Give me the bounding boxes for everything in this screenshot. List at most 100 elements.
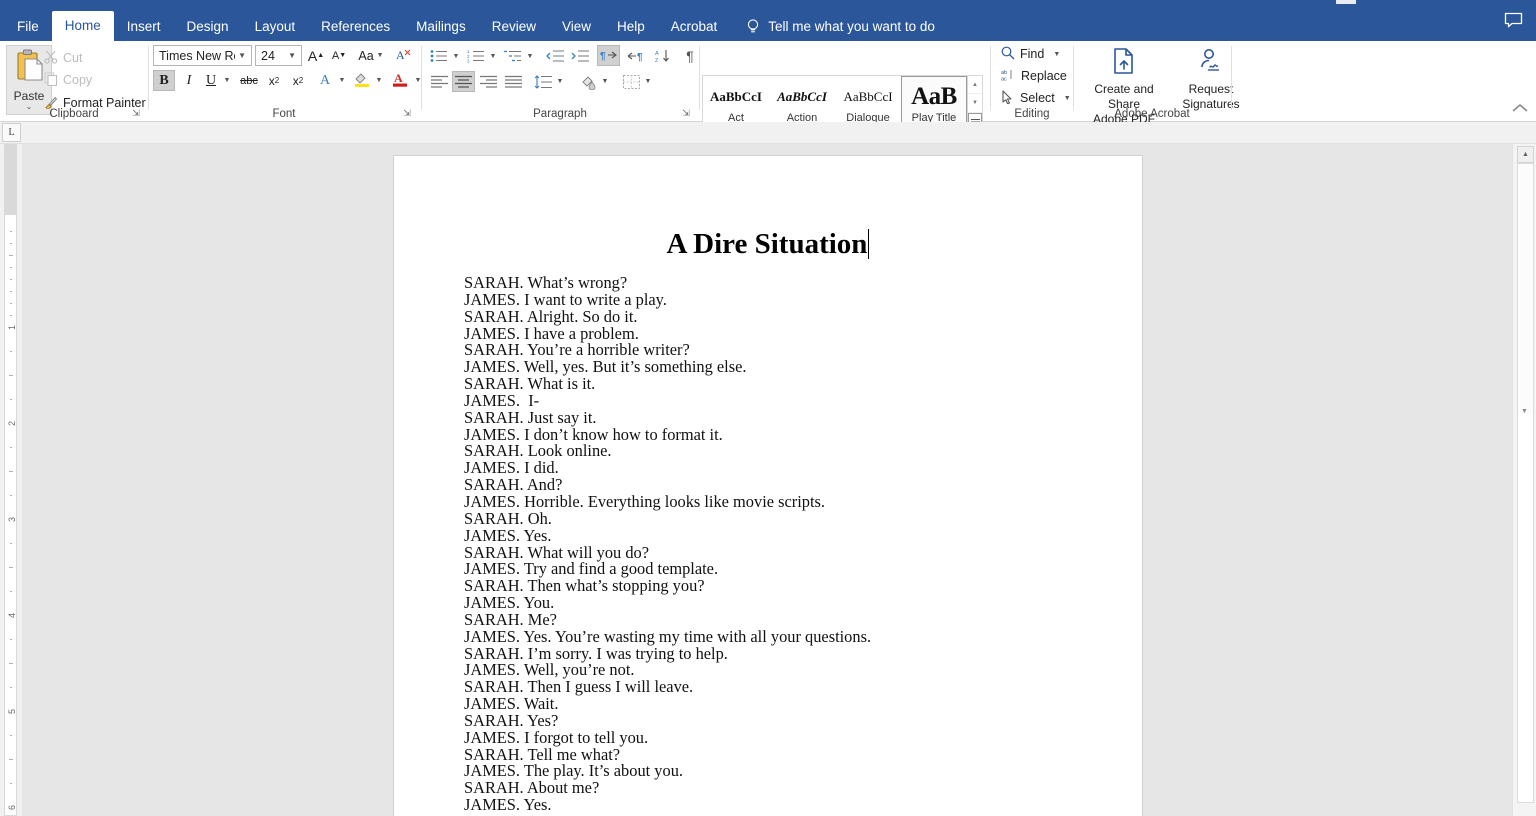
tab-layout[interactable]: Layout: [242, 12, 309, 41]
multilevel-list-button[interactable]: [502, 46, 524, 66]
show-formatting-marks-button[interactable]: ¶: [680, 46, 700, 66]
right-to-left-button[interactable]: ¶: [625, 46, 647, 66]
tab-insert[interactable]: Insert: [114, 12, 174, 41]
align-center-button[interactable]: [452, 71, 475, 92]
request-signatures-button[interactable]: Request Signatures: [1174, 47, 1248, 112]
collapse-ribbon-icon[interactable]: [1512, 101, 1528, 116]
shading-dropdown[interactable]: ▼: [599, 71, 611, 92]
svg-text:Z: Z: [655, 58, 659, 63]
text-effects-dropdown[interactable]: ▼: [336, 70, 348, 91]
justify-button[interactable]: [502, 71, 525, 92]
find-button[interactable]: Find ▼: [1001, 45, 1060, 63]
tab-acrobat[interactable]: Acrobat: [658, 12, 731, 41]
font-dialog-launcher[interactable]: ⇲: [401, 107, 413, 119]
comment-icon[interactable]: [1504, 12, 1523, 34]
bold-button[interactable]: B: [153, 70, 175, 91]
numbering-button[interactable]: 123: [465, 46, 487, 66]
clipboard-dialog-launcher[interactable]: ⇲: [130, 107, 142, 119]
styles-scroll-up-button[interactable]: ▲: [968, 76, 982, 95]
grow-font-button[interactable]: A ▲: [306, 46, 326, 65]
tab-review[interactable]: Review: [479, 12, 549, 41]
vertical-ruler-strip: 1 2 3 4 5 6: [4, 144, 17, 816]
line-spacing-button[interactable]: [532, 71, 554, 92]
clear-formatting-button[interactable]: A: [393, 46, 415, 65]
document-title[interactable]: A Dire Situation: [394, 228, 1142, 261]
chevron-down-icon[interactable]: ▼: [1053, 51, 1060, 58]
font-color-button[interactable]: A: [389, 70, 411, 91]
chevron-down-icon[interactable]: ▼: [235, 51, 249, 60]
highlight-icon: [353, 70, 371, 91]
copy-label: Copy: [63, 73, 93, 87]
chevron-down-icon: ▼: [338, 77, 346, 84]
vertical-scrollbar[interactable]: ▲ ▼: [1512, 144, 1536, 816]
tell-me-search[interactable]: Tell me what you want to do: [746, 12, 935, 41]
increase-indent-button[interactable]: [569, 46, 591, 66]
document-body[interactable]: SARAH. What’s wrong? JAMES. I want to wr…: [394, 274, 1142, 816]
copy-button[interactable]: Copy: [44, 71, 92, 89]
select-button[interactable]: Select ▼: [1001, 89, 1071, 107]
clear-formatting-icon: A: [396, 47, 412, 65]
tab-design[interactable]: Design: [174, 12, 242, 41]
document-page[interactable]: A Dire Situation SARAH. What’s wrong? JA…: [394, 156, 1142, 816]
underline-dropdown[interactable]: ▼: [221, 70, 233, 91]
italic-button[interactable]: I: [178, 70, 200, 91]
multilevel-dropdown[interactable]: ▼: [524, 46, 536, 66]
borders-button[interactable]: [620, 71, 642, 92]
vertical-ruler[interactable]: 1 2 3 4 5 6: [0, 144, 22, 816]
shrink-font-button[interactable]: A ▼: [329, 46, 349, 65]
chevron-down-icon[interactable]: ▼: [285, 51, 299, 60]
tab-home[interactable]: Home: [51, 11, 114, 41]
change-case-button[interactable]: Aa ▼: [354, 46, 388, 65]
tab-stop-selector[interactable]: L: [2, 123, 21, 142]
highlight-button[interactable]: [351, 70, 373, 91]
chevron-down-icon: ▼: [489, 52, 497, 60]
paragraph-dialog-launcher[interactable]: ⇲: [680, 107, 692, 119]
dialogue-line: SARAH. Alright. So do it.: [464, 306, 638, 326]
vruler-number: 5: [7, 708, 17, 714]
tell-me-label: Tell me what you want to do: [768, 19, 935, 34]
subscript-button[interactable]: x2: [263, 70, 285, 91]
underline-button[interactable]: U: [201, 70, 221, 91]
replace-button[interactable]: ab ac Replace: [1001, 67, 1067, 85]
document-workspace[interactable]: A Dire Situation SARAH. What’s wrong? JA…: [22, 144, 1512, 816]
highlight-dropdown[interactable]: ▼: [373, 70, 385, 91]
strikethrough-button[interactable]: abc: [237, 70, 261, 91]
tab-references[interactable]: References: [308, 12, 403, 41]
line-spacing-dropdown[interactable]: ▼: [554, 71, 566, 92]
scrollbar-thumb[interactable]: [1518, 164, 1533, 414]
font-size-box[interactable]: 24 ▼: [255, 45, 302, 66]
scrollbar-track[interactable]: [1517, 163, 1534, 803]
cut-button[interactable]: Cut: [44, 49, 82, 67]
vruler-number: 6: [7, 804, 17, 810]
dialogue-line: SARAH. Look online.: [464, 441, 612, 461]
tab-file[interactable]: File: [4, 12, 52, 41]
scissors-icon: [44, 50, 58, 67]
styles-scroll-down-button[interactable]: ▼: [968, 94, 982, 113]
chevron-down-icon[interactable]: ▼: [377, 52, 384, 59]
bullets-dropdown[interactable]: ▼: [450, 46, 462, 66]
decrease-indent-button[interactable]: [544, 46, 566, 66]
scroll-up-button[interactable]: ▲: [1517, 146, 1534, 163]
window-control-strip: [1336, 0, 1356, 4]
borders-dropdown[interactable]: ▼: [642, 71, 654, 92]
left-to-right-button[interactable]: ¶: [597, 45, 620, 66]
numbering-dropdown[interactable]: ▼: [487, 46, 499, 66]
shading-button[interactable]: [577, 71, 599, 92]
tab-view[interactable]: View: [549, 12, 604, 41]
align-right-button[interactable]: [477, 71, 500, 92]
chevron-down-icon[interactable]: ▼: [1064, 95, 1071, 102]
tab-help[interactable]: Help: [604, 12, 658, 41]
text-effects-button[interactable]: A: [314, 70, 336, 91]
grow-font-icon: A: [307, 47, 318, 64]
font-name-box[interactable]: Times New Roma ▼: [153, 45, 252, 66]
horizontal-ruler[interactable]: 1 2 3 4 5 6 7: [0, 122, 1536, 264]
sort-button[interactable]: AZ: [652, 46, 674, 66]
superscript-button[interactable]: x2: [287, 70, 309, 91]
paste-icon: [14, 49, 44, 88]
dialogue-line: SARAH. Oh.: [464, 508, 552, 528]
align-left-button[interactable]: [428, 71, 451, 92]
paste-label: Paste: [13, 89, 45, 103]
tab-mailings[interactable]: Mailings: [403, 12, 479, 41]
svg-text:A: A: [396, 48, 405, 62]
bullets-button[interactable]: [428, 46, 450, 66]
